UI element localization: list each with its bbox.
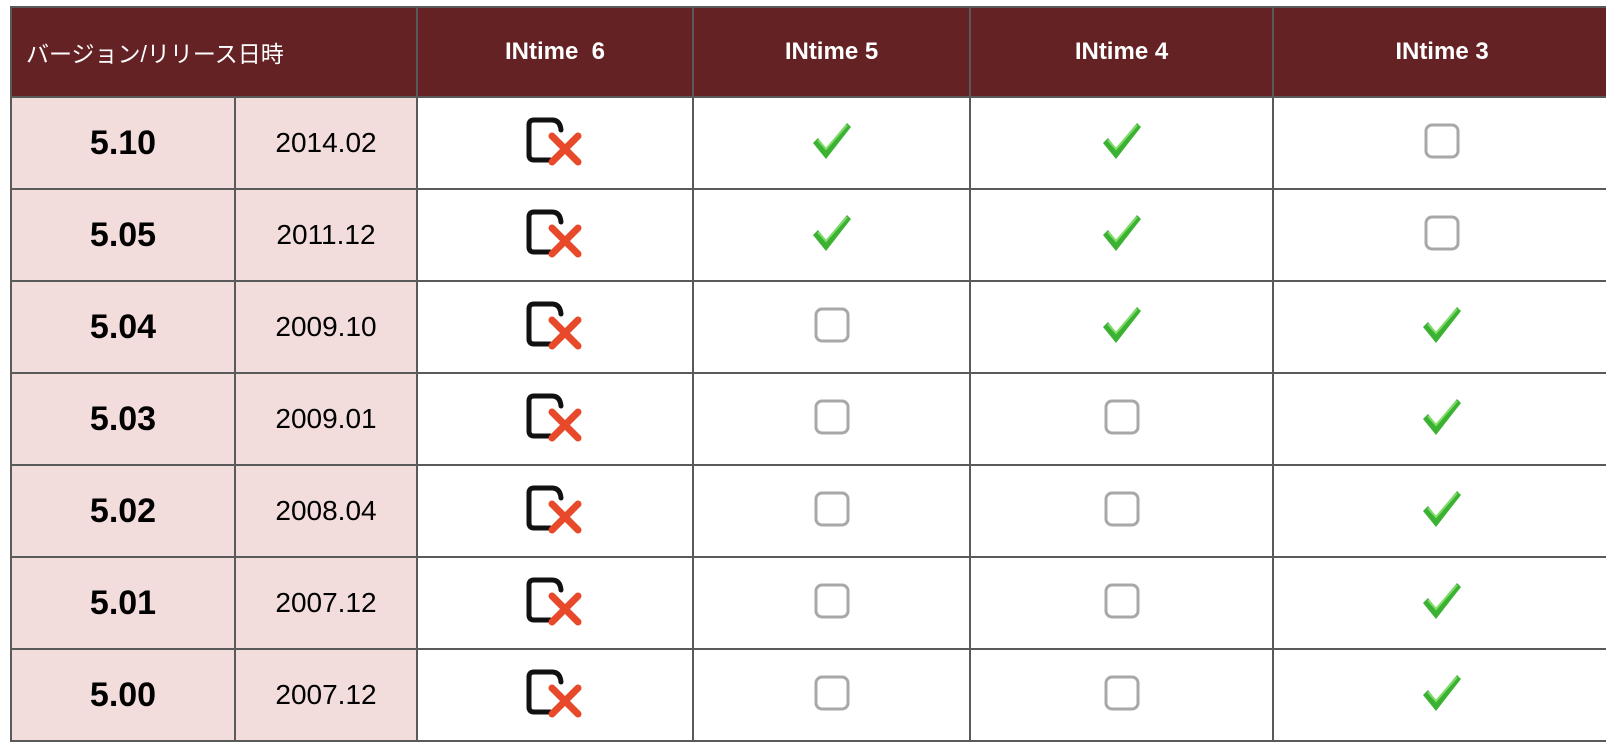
version-cell: 5.02 xyxy=(10,464,236,558)
checkmark-icon xyxy=(1099,210,1145,261)
mark-cell xyxy=(416,96,694,190)
checkbox-x-icon xyxy=(524,206,586,265)
mark-cell xyxy=(969,372,1274,466)
mark-cell xyxy=(1272,372,1606,466)
mark-cell xyxy=(1272,188,1606,282)
checkmark-icon xyxy=(1099,118,1145,169)
mark-cell xyxy=(969,648,1274,742)
release-date-cell: 2009.01 xyxy=(234,372,418,466)
mark-cell xyxy=(1272,648,1606,742)
mark-cell xyxy=(1272,96,1606,190)
empty-checkbox-icon xyxy=(813,582,851,625)
empty-checkbox-icon xyxy=(813,674,851,717)
mark-cell xyxy=(692,556,971,650)
checkbox-x-icon xyxy=(524,114,586,173)
table-body: 5.10 2014.02 5.05 2011.12 5.04 2009.10 5… xyxy=(10,96,1606,742)
mark-cell xyxy=(969,464,1274,558)
checkbox-x-icon xyxy=(524,666,586,725)
table-row: 5.01 2007.12 xyxy=(10,556,1606,650)
mark-cell xyxy=(1272,464,1606,558)
mark-cell xyxy=(416,648,694,742)
mark-cell xyxy=(416,280,694,374)
mark-cell xyxy=(969,280,1274,374)
empty-checkbox-icon xyxy=(813,398,851,441)
mark-cell xyxy=(692,188,971,282)
header-intime-5: INtime 5 xyxy=(692,6,971,98)
mark-cell xyxy=(969,96,1274,190)
mark-cell xyxy=(969,188,1274,282)
mark-cell xyxy=(416,188,694,282)
table-row: 5.10 2014.02 xyxy=(10,96,1606,190)
mark-cell xyxy=(692,96,971,190)
header-row: バージョン/リリース日時 INtime 6 INtime 5 INtime 4 … xyxy=(10,6,1606,98)
table-row: 5.05 2011.12 xyxy=(10,188,1606,282)
checkmark-icon xyxy=(1419,486,1465,537)
mark-cell xyxy=(416,464,694,558)
empty-checkbox-icon xyxy=(1423,214,1461,257)
header-intime-6: INtime 6 xyxy=(416,6,694,98)
checkmark-icon xyxy=(1419,670,1465,721)
table-row: 5.00 2007.12 xyxy=(10,648,1606,742)
empty-checkbox-icon xyxy=(1103,490,1141,533)
table-row: 5.04 2009.10 xyxy=(10,280,1606,374)
release-date-cell: 2007.12 xyxy=(234,556,418,650)
table-row: 5.02 2008.04 xyxy=(10,464,1606,558)
empty-checkbox-icon xyxy=(1103,582,1141,625)
checkmark-icon xyxy=(1419,302,1465,353)
mark-cell xyxy=(969,556,1274,650)
mark-cell xyxy=(692,372,971,466)
version-cell: 5.03 xyxy=(10,372,236,466)
table-row: 5.03 2009.01 xyxy=(10,372,1606,466)
compatibility-table: バージョン/リリース日時 INtime 6 INtime 5 INtime 4 … xyxy=(10,6,1606,742)
empty-checkbox-icon xyxy=(813,490,851,533)
checkmark-icon xyxy=(1099,302,1145,353)
checkmark-icon xyxy=(1419,578,1465,629)
header-intime-4: INtime 4 xyxy=(969,6,1274,98)
version-cell: 5.04 xyxy=(10,280,236,374)
mark-cell xyxy=(692,280,971,374)
release-date-cell: 2008.04 xyxy=(234,464,418,558)
version-cell: 5.10 xyxy=(10,96,236,190)
header-version-release: バージョン/リリース日時 xyxy=(10,6,418,98)
mark-cell xyxy=(1272,556,1606,650)
mark-cell xyxy=(692,464,971,558)
empty-checkbox-icon xyxy=(813,306,851,349)
header-intime-3: INtime 3 xyxy=(1272,6,1606,98)
checkmark-icon xyxy=(809,118,855,169)
empty-checkbox-icon xyxy=(1423,122,1461,165)
checkmark-icon xyxy=(809,210,855,261)
version-cell: 5.00 xyxy=(10,648,236,742)
version-cell: 5.01 xyxy=(10,556,236,650)
checkbox-x-icon xyxy=(524,390,586,449)
release-date-cell: 2007.12 xyxy=(234,648,418,742)
empty-checkbox-icon xyxy=(1103,674,1141,717)
mark-cell xyxy=(692,648,971,742)
checkbox-x-icon xyxy=(524,574,586,633)
checkmark-icon xyxy=(1419,394,1465,445)
mark-cell xyxy=(416,372,694,466)
mark-cell xyxy=(416,556,694,650)
mark-cell xyxy=(1272,280,1606,374)
empty-checkbox-icon xyxy=(1103,398,1141,441)
checkbox-x-icon xyxy=(524,482,586,541)
release-date-cell: 2011.12 xyxy=(234,188,418,282)
release-date-cell: 2009.10 xyxy=(234,280,418,374)
checkbox-x-icon xyxy=(524,298,586,357)
release-date-cell: 2014.02 xyxy=(234,96,418,190)
version-cell: 5.05 xyxy=(10,188,236,282)
